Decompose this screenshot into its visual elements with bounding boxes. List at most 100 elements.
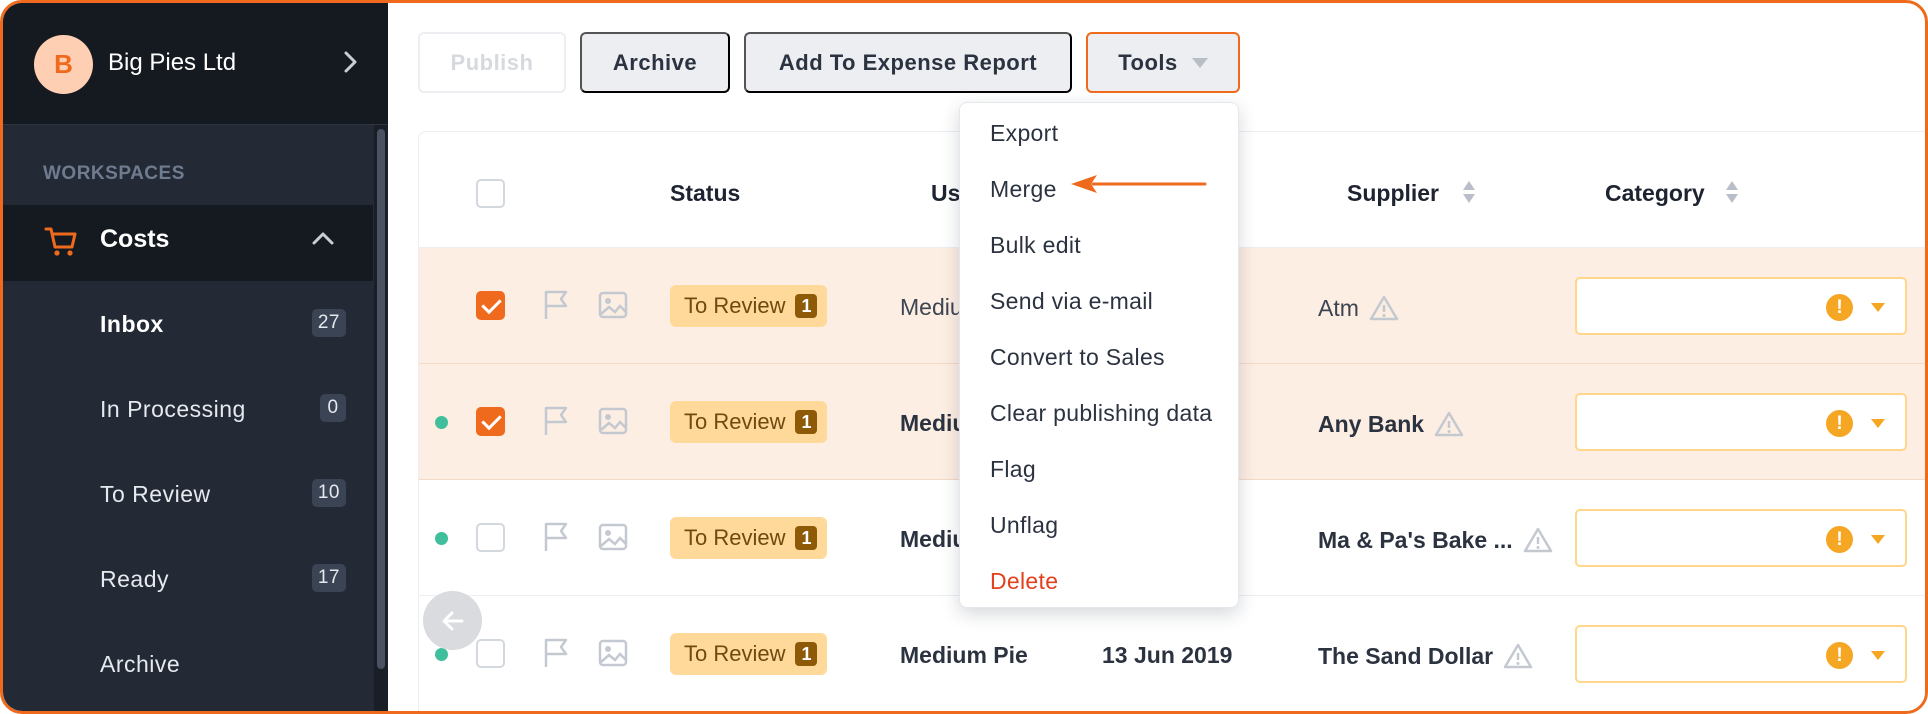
cell-supplier: Atm xyxy=(1318,294,1399,322)
count-badge: 17 xyxy=(311,564,346,592)
alert-icon: ! xyxy=(1826,526,1853,553)
status-label: To Review xyxy=(684,641,786,666)
annotation-arrow-icon xyxy=(1071,175,1207,193)
company-avatar: B xyxy=(34,35,93,94)
flag-icon[interactable] xyxy=(541,405,571,437)
sidebar-item-archive[interactable]: Archive xyxy=(100,643,360,683)
sidebar-item-label: To Review xyxy=(100,481,211,507)
company-name: Big Pies Ltd xyxy=(108,49,237,76)
status-badge: To Review 1 xyxy=(670,517,828,559)
menu-item-clear-publishing-data[interactable]: Clear publishing data xyxy=(990,400,1212,427)
image-icon[interactable] xyxy=(597,521,629,553)
status-label: To Review xyxy=(684,525,786,550)
row-checkbox[interactable] xyxy=(476,639,505,668)
archive-button[interactable]: Archive xyxy=(580,32,730,93)
flag-icon[interactable] xyxy=(541,289,571,321)
menu-item-convert-to-sales[interactable]: Convert to Sales xyxy=(990,344,1165,371)
flag-icon[interactable] xyxy=(541,637,571,669)
cell-supplier: Ma & Pa's Bake ... xyxy=(1318,526,1553,554)
category-select[interactable]: ! xyxy=(1575,509,1907,567)
supplier-name: Any Bank xyxy=(1318,410,1425,437)
alert-icon: ! xyxy=(1826,410,1853,437)
status-badge: To Review 1 xyxy=(670,633,828,675)
row-checkbox[interactable] xyxy=(476,407,505,436)
cell-user: Mediu xyxy=(900,294,963,320)
app-window: B Big Pies Ltd WORKSPACES Costs Inbox 27… xyxy=(0,0,1928,714)
cell-supplier: The Sand Dollar xyxy=(1318,642,1533,670)
menu-item-send-email[interactable]: Send via e-mail xyxy=(990,288,1153,315)
warning-icon xyxy=(1523,527,1552,553)
menu-item-delete[interactable]: Delete xyxy=(990,568,1058,595)
flag-icon[interactable] xyxy=(541,521,571,553)
menu-item-merge[interactable]: Merge xyxy=(990,176,1057,203)
back-button[interactable] xyxy=(423,591,482,650)
tools-dropdown-button[interactable]: Tools xyxy=(1086,32,1240,93)
cell-user: Mediu xyxy=(900,410,967,436)
column-category[interactable]: Category xyxy=(1605,180,1705,207)
status-count: 1 xyxy=(795,642,818,666)
caret-down-icon xyxy=(1871,303,1885,312)
count-badge: 10 xyxy=(311,479,346,507)
status-count: 1 xyxy=(795,294,818,318)
sidebar-section-label: Costs xyxy=(100,225,170,253)
menu-item-bulk-edit[interactable]: Bulk edit xyxy=(990,232,1081,259)
select-all-checkbox[interactable] xyxy=(476,179,505,208)
column-status[interactable]: Status xyxy=(670,180,740,207)
count-badge: 27 xyxy=(311,309,346,337)
supplier-name: Ma & Pa's Bake ... xyxy=(1318,526,1513,553)
image-icon[interactable] xyxy=(597,405,629,437)
status-dot xyxy=(435,416,448,429)
status-badge: To Review 1 xyxy=(670,401,828,443)
sidebar-item-in-processing[interactable]: In Processing 0 xyxy=(100,388,360,428)
column-user[interactable]: Us xyxy=(931,180,960,207)
sidebar-item-ready[interactable]: Ready 17 xyxy=(100,558,360,598)
chevron-right-icon[interactable] xyxy=(336,48,364,76)
column-supplier[interactable]: Supplier xyxy=(1347,180,1439,207)
status-label: To Review xyxy=(684,409,786,434)
warning-icon xyxy=(1434,411,1464,437)
row-checkbox[interactable] xyxy=(476,523,505,552)
table-row[interactable]: To Review 1 Medium Pie 13 Jun 2019 The S… xyxy=(419,596,1925,711)
caret-down-icon xyxy=(1871,535,1885,544)
status-badge: To Review 1 xyxy=(670,285,828,327)
status-dot xyxy=(435,532,448,545)
caret-down-icon xyxy=(1871,419,1885,428)
sidebar-item-label: Ready xyxy=(100,566,169,592)
cell-user: Mediu xyxy=(900,526,967,552)
supplier-name: Atm xyxy=(1318,294,1359,321)
menu-item-export[interactable]: Export xyxy=(990,120,1058,147)
image-icon[interactable] xyxy=(597,289,629,321)
arrow-left-icon xyxy=(442,611,463,630)
sort-icon[interactable] xyxy=(1462,178,1476,206)
menu-item-flag[interactable]: Flag xyxy=(990,456,1036,483)
cell-date: 13 Jun 2019 xyxy=(1102,642,1233,668)
sidebar-item-to-review[interactable]: To Review 10 xyxy=(100,473,360,513)
company-switcher[interactable]: B Big Pies Ltd xyxy=(3,3,388,125)
image-icon[interactable] xyxy=(597,637,629,669)
cart-icon xyxy=(44,227,77,256)
sort-icon[interactable] xyxy=(1725,178,1739,206)
caret-down-icon xyxy=(1871,651,1885,660)
caret-down-icon xyxy=(1191,57,1208,68)
warning-icon xyxy=(1503,643,1533,669)
chevron-up-icon[interactable] xyxy=(309,225,337,253)
sidebar-scrollbar[interactable] xyxy=(374,125,388,711)
menu-item-unflag[interactable]: Unflag xyxy=(990,512,1058,539)
publish-button[interactable]: Publish xyxy=(418,32,566,93)
scrollbar-thumb[interactable] xyxy=(377,129,385,669)
sidebar: B Big Pies Ltd WORKSPACES Costs Inbox 27… xyxy=(3,3,388,711)
category-select[interactable]: ! xyxy=(1575,393,1907,451)
warning-icon xyxy=(1369,295,1399,321)
tools-label: Tools xyxy=(1118,49,1178,75)
supplier-name: The Sand Dollar xyxy=(1318,642,1494,669)
alert-icon: ! xyxy=(1826,294,1853,321)
add-to-expense-report-button[interactable]: Add To Expense Report xyxy=(744,32,1072,93)
row-checkbox[interactable] xyxy=(476,291,505,320)
sidebar-item-inbox[interactable]: Inbox 27 xyxy=(100,303,360,343)
status-dot xyxy=(435,648,448,661)
category-select[interactable]: ! xyxy=(1575,277,1907,335)
workspaces-heading: WORKSPACES xyxy=(43,163,185,184)
sidebar-item-label: Inbox xyxy=(100,311,164,337)
category-select[interactable]: ! xyxy=(1575,625,1907,683)
sidebar-item-label: In Processing xyxy=(100,396,246,422)
